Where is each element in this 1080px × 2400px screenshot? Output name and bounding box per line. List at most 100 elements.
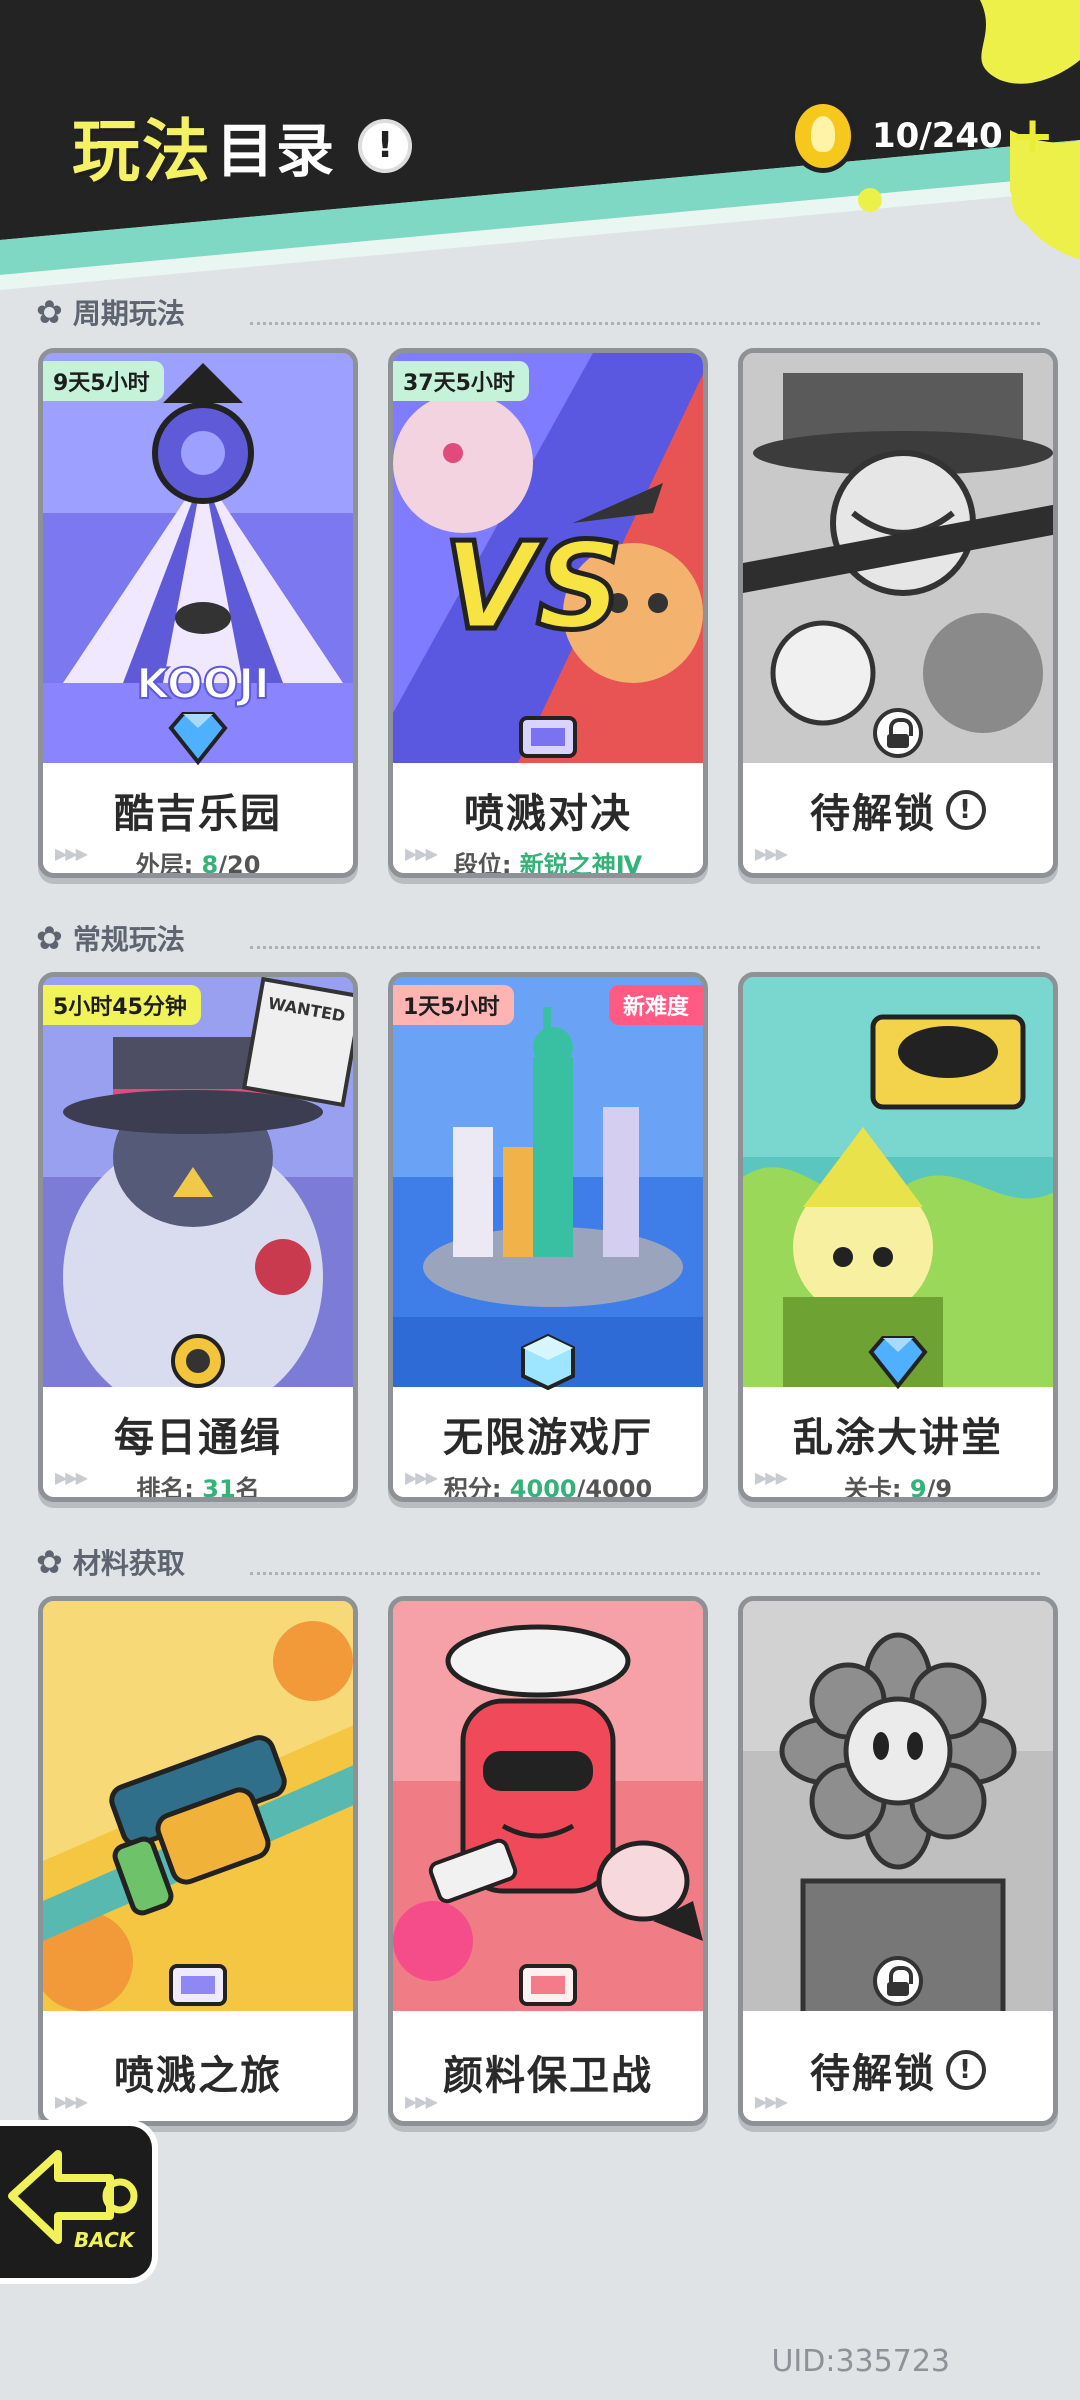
dots-decoration: ▶▶▶ xyxy=(405,2092,438,2111)
page-title: 玩法 目录 ! xyxy=(72,96,413,195)
card-title: 酷吉乐园 xyxy=(114,791,282,837)
card-footer: 乱涂大讲堂 关卡: 9/9 ▶▶▶ xyxy=(743,1387,1053,1497)
progress-label: 外层: xyxy=(135,851,202,878)
progress-value: 4000 xyxy=(509,1475,577,1502)
card-footer: 待解锁 ! ▶▶▶ xyxy=(743,2011,1053,2121)
ticket-icon xyxy=(519,1964,577,2006)
card-progress: 关卡: 9/9 xyxy=(743,1469,1053,1502)
card-progress: 积分: 4000/4000 xyxy=(393,1469,703,1502)
section-divider xyxy=(250,322,1040,325)
cube-icon xyxy=(521,1333,575,1390)
add-currency-button[interactable]: + xyxy=(1011,110,1055,162)
dots-decoration: ▶▶▶ xyxy=(755,1468,788,1487)
card-title: 无限游戏厅 xyxy=(443,1415,653,1461)
card-title: 喷溅之旅 xyxy=(114,2053,282,2099)
lock-icon xyxy=(873,708,923,758)
ticket-icon xyxy=(169,1964,227,2006)
info-icon[interactable]: ! xyxy=(946,790,986,830)
dots-decoration: ▶▶▶ xyxy=(755,844,788,863)
progress-label: 排名: xyxy=(136,1475,203,1502)
section-label-text: 材料获取 xyxy=(72,1547,185,1580)
card-infinite-arcade[interactable]: 1天5小时 新难度 无限游戏厅 积分: 4000/4000 ▶▶▶ xyxy=(388,972,708,1502)
timer-badge: 5小时45分钟 xyxy=(43,985,201,1025)
card-title: 每日通缉 xyxy=(114,1415,282,1461)
card-splash-duel[interactable]: VS 37天5小时 喷溅对决 段位: 新锐之神Ⅳ ▶▶▶ xyxy=(388,348,708,878)
flower-icon: ✿ xyxy=(36,1543,63,1581)
progress-value: 31 xyxy=(202,1475,236,1502)
section-materials-label: ✿ 材料获取 xyxy=(36,1542,185,1582)
card-footer: 每日通缉 排名: 31名 ▶▶▶ xyxy=(43,1387,353,1497)
card-kooji-park[interactable]: KOOJI 9天5小时 酷吉乐园 外层: 8/20 ▶▶▶ xyxy=(38,348,358,878)
card-title: 颜料保卫战 xyxy=(443,2053,653,2099)
diamond-icon xyxy=(168,712,228,766)
dots-decoration: ▶▶▶ xyxy=(405,844,438,863)
card-footer: 喷溅之旅 ▶▶▶ xyxy=(43,2011,353,2121)
svg-text:KOOJI: KOOJI xyxy=(136,659,269,708)
progress-value: 8 xyxy=(201,851,219,878)
section-periodic-label: ✿ 周期玩法 xyxy=(36,292,185,332)
card-title: 喷溅对决 xyxy=(464,791,632,837)
card-locked-1[interactable]: 待解锁 ! ▶▶▶ xyxy=(738,348,1058,878)
back-label: BACK xyxy=(74,2228,135,2252)
header: 玩法 目录 ! 10/240 + xyxy=(0,0,1080,300)
diamond-icon xyxy=(868,1336,928,1390)
card-progress: 排名: 31名 xyxy=(43,1469,353,1502)
card-title: 待解锁 xyxy=(810,791,936,837)
title-part-2: 目录 xyxy=(216,116,337,185)
card-daily-wanted[interactable]: WANTED 5小时45分钟 每日通缉 排名: 31名 ▶▶▶ xyxy=(38,972,358,1502)
card-footer: 酷吉乐园 外层: 8/20 ▶▶▶ xyxy=(43,763,353,873)
svg-text:VS: VS xyxy=(443,518,622,657)
progress-value: 9 xyxy=(909,1475,927,1502)
card-footer: 颜料保卫战 ▶▶▶ xyxy=(393,2011,703,2121)
card-title-locked: 待解锁 ! xyxy=(810,781,986,839)
progress-label: 段位: xyxy=(453,851,520,878)
timer-badge: 37天5小时 xyxy=(393,361,529,401)
progress-label: 关卡: xyxy=(843,1475,910,1502)
medal-icon xyxy=(171,1334,225,1388)
progress-label: 积分: xyxy=(443,1475,510,1502)
coin-icon xyxy=(790,99,856,173)
card-doodle-lecture[interactable]: 乱涂大讲堂 关卡: 9/9 ▶▶▶ xyxy=(738,972,1058,1502)
card-locked-2[interactable]: 待解锁 ! ▶▶▶ xyxy=(738,1596,1058,2126)
card-footer: 喷溅对决 段位: 新锐之神Ⅳ ▶▶▶ xyxy=(393,763,703,873)
card-title: 乱涂大讲堂 xyxy=(793,1415,1003,1461)
user-id: UID:335723 xyxy=(771,2344,950,2379)
dots-decoration: ▶▶▶ xyxy=(55,844,88,863)
card-progress: 段位: 新锐之神Ⅳ xyxy=(393,845,703,878)
section-label-text: 常规玩法 xyxy=(72,923,185,956)
currency-value: 10/240 xyxy=(872,116,1003,156)
section-divider xyxy=(250,1572,1040,1575)
ticket-icon xyxy=(519,716,577,758)
progress-max: 名 xyxy=(235,1475,260,1502)
progress-max: /9 xyxy=(926,1475,953,1502)
section-divider xyxy=(250,946,1040,949)
card-footer: 待解锁 ! ▶▶▶ xyxy=(743,763,1053,873)
dots-decoration: ▶▶▶ xyxy=(405,1468,438,1487)
section-label-text: 周期玩法 xyxy=(72,297,185,330)
progress-max: /4000 xyxy=(576,1475,653,1502)
card-paint-defense[interactable]: 颜料保卫战 ▶▶▶ xyxy=(388,1596,708,2126)
lock-icon xyxy=(873,1956,923,2006)
card-title: 待解锁 xyxy=(810,2051,936,2097)
dots-decoration: ▶▶▶ xyxy=(55,1468,88,1487)
flower-icon: ✿ xyxy=(36,919,63,957)
timer-badge: 9天5小时 xyxy=(43,361,164,401)
back-button[interactable]: BACK xyxy=(0,2120,158,2284)
dots-decoration: ▶▶▶ xyxy=(755,2092,788,2111)
currency-display: 10/240 + xyxy=(790,96,1054,176)
info-icon[interactable]: ! xyxy=(358,118,413,173)
card-footer: 无限游戏厅 积分: 4000/4000 ▶▶▶ xyxy=(393,1387,703,1497)
card-splash-journey[interactable]: 喷溅之旅 ▶▶▶ xyxy=(38,1596,358,2126)
new-difficulty-badge: 新难度 xyxy=(608,985,703,1025)
progress-max: /20 xyxy=(218,851,261,878)
dots-decoration: ▶▶▶ xyxy=(55,2092,88,2111)
flower-icon: ✿ xyxy=(36,293,63,331)
title-part-1: 玩法 xyxy=(72,113,213,192)
back-arrow-icon xyxy=(8,2150,138,2244)
section-regular-label: ✿ 常规玩法 xyxy=(36,918,185,958)
card-progress: 外层: 8/20 xyxy=(43,845,353,878)
card-title-locked: 待解锁 ! xyxy=(810,2041,986,2099)
info-icon[interactable]: ! xyxy=(946,2050,986,2090)
progress-value: 新锐之神Ⅳ xyxy=(519,851,643,878)
timer-badge: 1天5小时 xyxy=(393,985,514,1025)
